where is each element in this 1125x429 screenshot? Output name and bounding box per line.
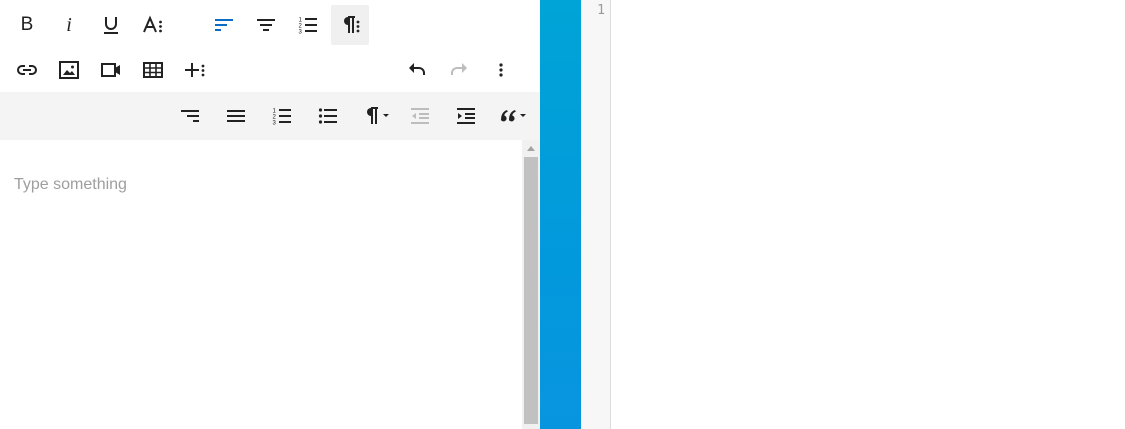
video-icon (101, 63, 120, 77)
underline-icon (104, 17, 118, 34)
indent-button[interactable] (447, 96, 485, 136)
insert-more-button[interactable] (176, 50, 214, 90)
svg-text:3: 3 (299, 30, 303, 36)
outdent-icon (411, 108, 429, 124)
ordered-list-icon: 123 (273, 109, 291, 127)
redo-button (440, 50, 478, 90)
bold-button[interactable]: B (8, 5, 46, 45)
font-style-more-icon (143, 15, 162, 33)
insert-link-button[interactable] (8, 50, 46, 90)
italic-button[interactable]: i (50, 5, 88, 45)
ordered-list-button-2[interactable]: 123 (263, 96, 301, 136)
paragraph-more-icon (344, 16, 360, 33)
italic-icon: i (66, 13, 72, 36)
panel-divider-bar (540, 0, 581, 429)
paragraph-more-button[interactable] (331, 5, 369, 45)
toolbar-row-3: 123 (0, 92, 540, 140)
undo-button[interactable] (398, 50, 436, 90)
ordered-list-button[interactable]: 123 (289, 5, 327, 45)
align-justify-button[interactable] (217, 96, 255, 136)
more-options-button[interactable] (482, 50, 520, 90)
svg-text:3: 3 (273, 121, 277, 127)
line-number: 1 (597, 3, 605, 18)
align-center-icon (257, 19, 275, 31)
table-icon (143, 62, 163, 78)
code-editor-area[interactable] (611, 0, 1125, 429)
link-icon (17, 65, 37, 75)
insert-image-button[interactable] (50, 50, 88, 90)
quote-dropdown[interactable] (493, 96, 533, 136)
code-gutter: 1 (581, 0, 611, 429)
align-justify-icon (227, 110, 245, 122)
undo-icon (409, 63, 425, 75)
paragraph-icon (367, 107, 389, 124)
align-right-icon (181, 110, 199, 122)
align-right-button[interactable] (171, 96, 209, 136)
underline-button[interactable] (92, 5, 130, 45)
toolbar-row-1: B i 123 (0, 0, 540, 47)
toolbar-row-2 (0, 45, 540, 92)
wysiwyg-editor: B i 123 1 2 3 Type something (0, 0, 540, 429)
redo-icon (451, 63, 467, 75)
unordered-list-button[interactable] (309, 96, 347, 136)
editor-scrollbar[interactable] (522, 140, 540, 429)
insert-table-button[interactable] (134, 50, 172, 90)
quote-icon (501, 110, 526, 122)
vertical-dots-icon (499, 63, 503, 77)
align-center-button[interactable] (247, 5, 285, 45)
align-left-icon (215, 19, 233, 31)
outdent-button (401, 96, 439, 136)
image-icon (59, 61, 79, 79)
editor-placeholder: Type something (14, 176, 127, 193)
plus-more-icon (185, 63, 205, 77)
unordered-list-icon (318, 108, 337, 124)
editor-content-area[interactable]: Type something (0, 140, 522, 429)
bold-icon: B (20, 14, 34, 35)
insert-video-button[interactable] (92, 50, 130, 90)
ordered-list-icon: 123 (299, 18, 317, 36)
font-style-more-button[interactable] (134, 5, 172, 45)
align-left-button[interactable] (205, 5, 243, 45)
paragraph-format-dropdown[interactable] (355, 96, 399, 136)
scrollbar-thumb[interactable] (524, 157, 538, 424)
scroll-up-arrow-icon[interactable] (527, 146, 535, 151)
indent-icon (457, 108, 475, 124)
